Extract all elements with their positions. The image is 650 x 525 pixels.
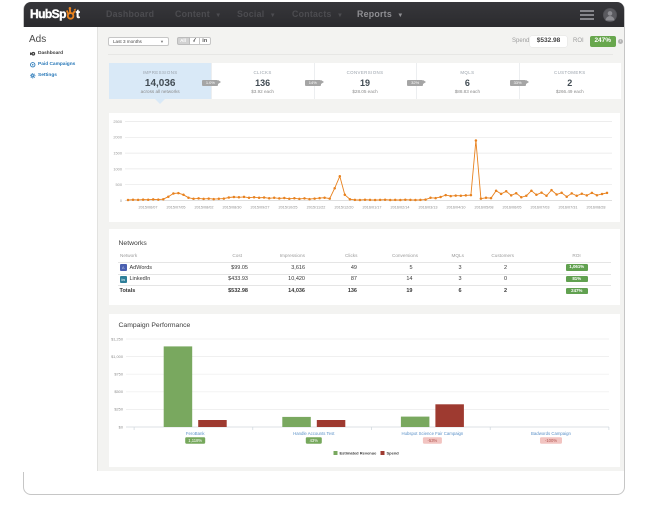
svg-text:2015/10/25: 2015/10/25 bbox=[278, 205, 297, 209]
svg-text:0: 0 bbox=[120, 198, 123, 203]
svg-text:2016/02/14: 2016/02/14 bbox=[390, 205, 409, 209]
svg-text:$0: $0 bbox=[119, 424, 124, 429]
svg-text:2016/01/17: 2016/01/17 bbox=[362, 205, 381, 209]
svg-text:Spend: Spend bbox=[387, 451, 400, 456]
svg-text:2015/08/30: 2015/08/30 bbox=[222, 205, 241, 209]
svg-text:$1,000: $1,000 bbox=[111, 354, 124, 359]
svg-text:2015/11/22: 2015/11/22 bbox=[307, 205, 326, 209]
svg-text:1000: 1000 bbox=[113, 166, 122, 171]
svg-text:-100%: -100% bbox=[545, 438, 557, 443]
svg-text:2015/07/05: 2015/07/05 bbox=[166, 205, 185, 209]
svg-text:1500: 1500 bbox=[113, 151, 122, 156]
svg-text:2016/06/05: 2016/06/05 bbox=[502, 205, 521, 209]
svg-text:2015/12/20: 2015/12/20 bbox=[334, 205, 353, 209]
svg-text:2016/03/13: 2016/03/13 bbox=[418, 205, 437, 209]
svg-text:Handle Accounts Test: Handle Accounts Test bbox=[293, 431, 335, 436]
svg-text:Badwords Campaign: Badwords Campaign bbox=[531, 431, 571, 436]
svg-text:1,118%: 1,118% bbox=[188, 438, 202, 443]
svg-text:2016/07/03: 2016/07/03 bbox=[530, 205, 549, 209]
svg-text:$250: $250 bbox=[114, 407, 123, 412]
svg-text:Hubspot Science Fair Campaign: Hubspot Science Fair Campaign bbox=[401, 431, 463, 436]
svg-text:$1,250: $1,250 bbox=[111, 336, 124, 341]
svg-text:$500: $500 bbox=[114, 389, 123, 394]
svg-text:Estimated Revenue: Estimated Revenue bbox=[340, 451, 378, 456]
svg-text:-53%: -53% bbox=[428, 438, 438, 443]
svg-text:$750: $750 bbox=[114, 372, 123, 377]
svg-text:2500: 2500 bbox=[113, 119, 122, 124]
svg-text:2016/07/31: 2016/07/31 bbox=[558, 205, 577, 209]
svg-text:2015/09/27: 2015/09/27 bbox=[250, 205, 269, 209]
svg-text:2000: 2000 bbox=[113, 135, 122, 140]
svg-text:43%: 43% bbox=[310, 438, 319, 443]
svg-text:FeroBank: FeroBank bbox=[186, 431, 205, 436]
svg-text:2015/06/07: 2015/06/07 bbox=[138, 205, 157, 209]
svg-text:2015/08/02: 2015/08/02 bbox=[194, 205, 213, 209]
svg-text:2016/04/10: 2016/04/10 bbox=[446, 205, 465, 209]
svg-text:2016/08/28: 2016/08/28 bbox=[586, 205, 605, 209]
svg-text:500: 500 bbox=[116, 182, 123, 187]
svg-text:2016/05/08: 2016/05/08 bbox=[474, 205, 493, 209]
